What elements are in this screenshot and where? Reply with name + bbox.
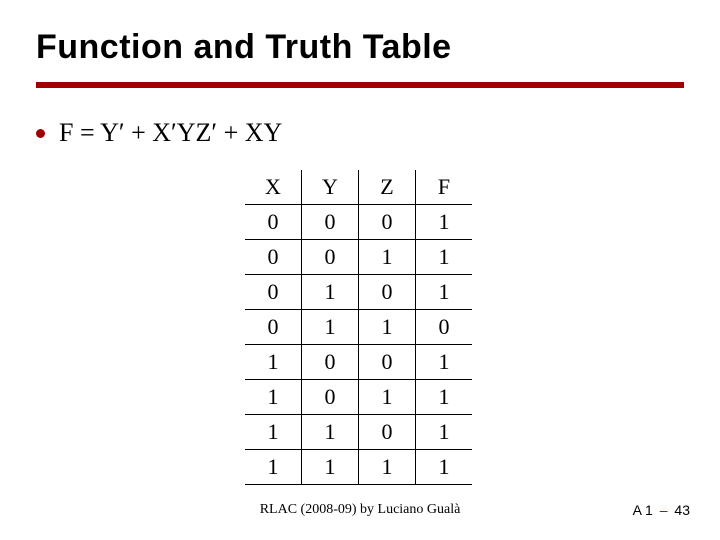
bullet-text: F = Y′ + X′YZ′ + XY	[59, 118, 282, 148]
slide: Function and Truth Table F = Y′ + X′YZ′ …	[0, 0, 720, 540]
cell: 1	[245, 450, 302, 485]
slide-title: Function and Truth Table	[36, 28, 452, 67]
table-row: 0 1 1 0	[245, 310, 472, 345]
table-header-row: X Y Z F	[245, 170, 472, 205]
table-row: 0 1 0 1	[245, 275, 472, 310]
cell: 0	[245, 310, 302, 345]
cell: 0	[416, 310, 473, 345]
bullet-icon	[36, 129, 45, 138]
cell: 0	[245, 275, 302, 310]
col-y: Y	[302, 170, 359, 205]
cell: 0	[302, 205, 359, 240]
cell: 1	[416, 450, 473, 485]
footer-page-number: 43	[674, 502, 690, 518]
table-row: 0 0 1 1	[245, 240, 472, 275]
footer-credit: RLAC (2008-09) by Luciano Gualà	[0, 502, 720, 518]
bullet-row: F = Y′ + X′YZ′ + XY	[36, 118, 282, 148]
table-row: 1 0 0 1	[245, 345, 472, 380]
cell: 1	[359, 380, 416, 415]
cell: 1	[416, 240, 473, 275]
truth-table: X Y Z F 0 0 0 1 0 0 1 1 0 1 0	[245, 170, 472, 485]
cell: 1	[359, 450, 416, 485]
cell: 1	[416, 380, 473, 415]
cell: 1	[302, 450, 359, 485]
title-divider	[36, 82, 684, 88]
cell: 0	[359, 275, 416, 310]
cell: 0	[359, 205, 416, 240]
col-f: F	[416, 170, 473, 205]
table-row: 1 0 1 1	[245, 380, 472, 415]
footer-dash: –	[657, 502, 671, 518]
cell: 0	[245, 205, 302, 240]
cell: 1	[416, 275, 473, 310]
table-row: 1 1 0 1	[245, 415, 472, 450]
cell: 0	[302, 380, 359, 415]
footer-section: A 1	[633, 502, 653, 518]
cell: 1	[302, 275, 359, 310]
cell: 1	[416, 205, 473, 240]
cell: 1	[245, 415, 302, 450]
cell: 0	[302, 240, 359, 275]
cell: 1	[302, 310, 359, 345]
cell: 1	[302, 415, 359, 450]
cell: 0	[359, 345, 416, 380]
cell: 0	[359, 415, 416, 450]
footer-page: A 1 – 43	[633, 502, 690, 518]
table-row: 1 1 1 1	[245, 450, 472, 485]
cell: 1	[416, 415, 473, 450]
cell: 1	[359, 240, 416, 275]
cell: 1	[245, 380, 302, 415]
col-x: X	[245, 170, 302, 205]
cell: 0	[302, 345, 359, 380]
cell: 1	[416, 345, 473, 380]
col-z: Z	[359, 170, 416, 205]
cell: 1	[359, 310, 416, 345]
cell: 0	[245, 240, 302, 275]
cell: 1	[245, 345, 302, 380]
table-row: 0 0 0 1	[245, 205, 472, 240]
